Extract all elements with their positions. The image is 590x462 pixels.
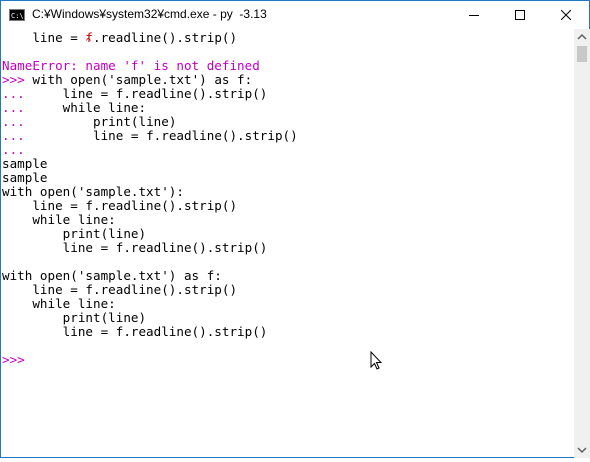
console-line: line = f ^ .readline().strip() bbox=[2, 30, 238, 49]
console-line: ... while line: bbox=[2, 101, 146, 115]
close-button[interactable] bbox=[543, 1, 589, 29]
console-text: line = f.readline().strip() bbox=[32, 128, 298, 143]
console-text: with open('sample.txt'): bbox=[2, 184, 184, 199]
console-line: line = f.readline().strip() bbox=[2, 283, 237, 297]
scroll-down-arrow-icon bbox=[577, 447, 587, 454]
prompt-marker: ... bbox=[2, 142, 33, 157]
scroll-down-button[interactable] bbox=[574, 442, 590, 458]
console-text: print(line) bbox=[32, 114, 177, 129]
console-line: line = f.readline().strip() bbox=[2, 199, 237, 213]
maximize-button[interactable] bbox=[497, 1, 543, 29]
console-line: with open('sample.txt') as f: bbox=[2, 269, 222, 283]
console-text: with open('sample.txt') as f: bbox=[32, 72, 253, 87]
console-text: print(line) bbox=[2, 310, 147, 325]
close-icon bbox=[561, 10, 571, 20]
console-text: with open('sample.txt') as f: bbox=[2, 268, 222, 283]
console-text: sample bbox=[2, 170, 48, 185]
cmd-icon[interactable]: C:\ bbox=[9, 9, 25, 21]
console-line: sample bbox=[2, 171, 48, 185]
svg-text:C:\: C:\ bbox=[11, 12, 24, 20]
prompt-marker: >>> bbox=[2, 72, 33, 87]
error-highlight: f ^ bbox=[85, 30, 93, 49]
scroll-up-button[interactable] bbox=[574, 29, 590, 45]
console-text: line = f.readline().strip() bbox=[2, 240, 268, 255]
console-line: >>> bbox=[2, 353, 32, 367]
console-line: print(line) bbox=[2, 311, 146, 325]
console-line: NameError: name 'f' is not defined bbox=[2, 59, 260, 73]
console-text: line = bbox=[2, 30, 86, 45]
console-text: print(line) bbox=[2, 226, 147, 241]
console-text: while line: bbox=[2, 212, 116, 227]
console-text: line = f.readline().strip() bbox=[2, 324, 268, 339]
console-text: while line: bbox=[32, 100, 147, 115]
scroll-up-arrow-icon bbox=[577, 33, 587, 40]
console-line: while line: bbox=[2, 212, 116, 227]
prompt-marker: >>> bbox=[2, 352, 33, 367]
console-text: while line: bbox=[2, 296, 116, 311]
console-line: >>> with open('sample.txt') as f: bbox=[2, 73, 252, 87]
error-caret: ^ bbox=[85, 37, 92, 48]
console-line: with open('sample.txt'): bbox=[2, 185, 184, 199]
console-text: sample bbox=[2, 156, 48, 171]
maximize-icon bbox=[515, 10, 525, 20]
minimize-button[interactable] bbox=[451, 1, 497, 29]
console-text: NameError: name 'f' is not defined bbox=[2, 58, 260, 73]
console-line: line = f.readline().strip() bbox=[2, 240, 268, 255]
minimize-icon bbox=[469, 15, 479, 16]
console-line: ... line = f.readline().strip() bbox=[2, 129, 298, 143]
console-window: C:\ C:¥Windows¥system32¥cmd.exe - py -3.… bbox=[0, 0, 590, 458]
console-text: line = f.readline().strip() bbox=[2, 282, 238, 297]
console-text: line = f.readline().strip() bbox=[32, 86, 268, 101]
console-line: ... print(line) bbox=[2, 115, 176, 129]
prompt-marker: ... bbox=[2, 114, 33, 129]
prompt-marker: ... bbox=[2, 86, 33, 101]
console-line: ... line = f.readline().strip() bbox=[2, 87, 267, 101]
console-line: line = f.readline().strip() bbox=[2, 324, 268, 339]
vertical-scrollbar[interactable] bbox=[574, 29, 590, 458]
console-output[interactable]: line = f ^ .readline().strip() NameError: n… bbox=[2, 29, 574, 457]
console-text: .readline().strip() bbox=[93, 30, 238, 45]
console-line: sample bbox=[2, 157, 48, 171]
console-line: ... bbox=[2, 143, 32, 157]
scrollbar-thumb[interactable] bbox=[577, 46, 587, 62]
mouse-pointer-icon bbox=[370, 350, 383, 370]
console-text: line = f.readline().strip() bbox=[2, 198, 238, 213]
window-title: C:¥Windows¥system32¥cmd.exe - py -3.13 bbox=[32, 7, 267, 21]
console-line: while line: bbox=[2, 296, 116, 311]
title-bar[interactable]: C:\ C:¥Windows¥system32¥cmd.exe - py -3.… bbox=[1, 1, 589, 29]
prompt-marker: ... bbox=[2, 128, 33, 143]
prompt-marker: ... bbox=[2, 100, 33, 115]
console-line: print(line) bbox=[2, 227, 146, 241]
